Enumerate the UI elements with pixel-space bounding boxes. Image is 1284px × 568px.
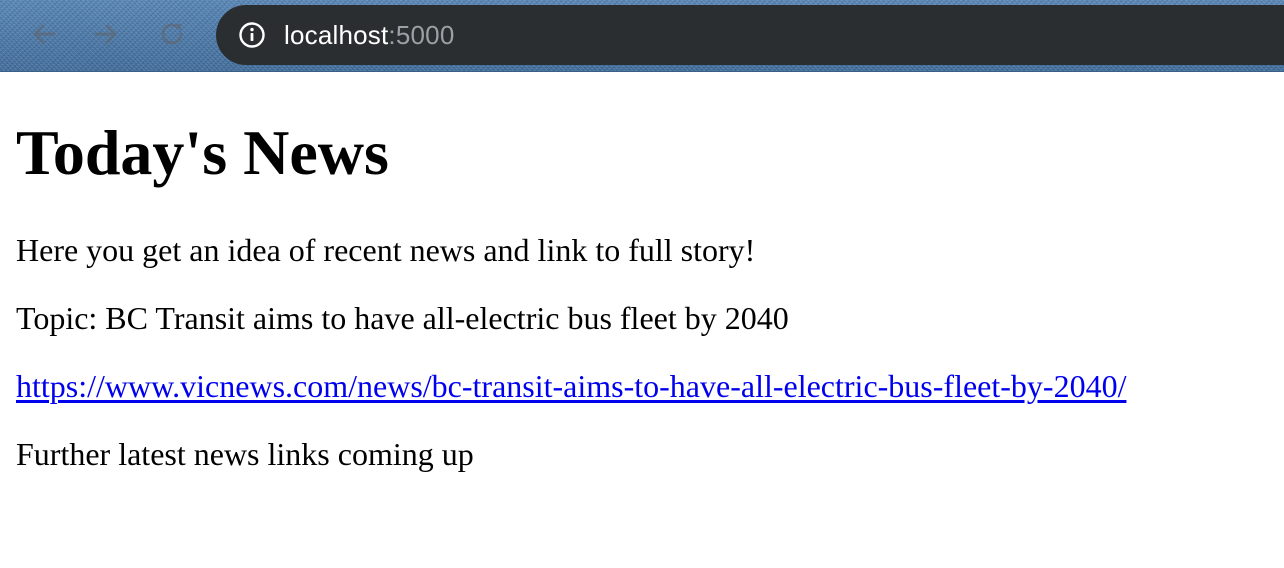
info-icon[interactable] xyxy=(238,21,266,49)
browser-toolbar: localhost:5000 xyxy=(0,0,1284,72)
address-bar[interactable]: localhost:5000 xyxy=(216,5,1284,65)
url-host: localhost xyxy=(284,20,389,50)
url-text[interactable]: localhost:5000 xyxy=(284,19,455,51)
intro-text: Here you get an idea of recent news and … xyxy=(16,232,756,268)
page-content: Today's News Here you get an idea of rec… xyxy=(0,116,1284,472)
topic-text: Topic: BC Transit aims to have all-elect… xyxy=(16,300,789,336)
reload-button[interactable] xyxy=(154,14,190,54)
forward-button[interactable] xyxy=(88,14,124,54)
back-button[interactable] xyxy=(26,14,62,54)
url-port: :5000 xyxy=(388,20,455,50)
story-link[interactable]: https://www.vicnews.com/news/bc-transit-… xyxy=(16,368,1126,404)
arrow-left-icon xyxy=(33,24,56,44)
story-link-paragraph: https://www.vicnews.com/news/bc-transit-… xyxy=(16,368,1268,404)
page-title: Today's News xyxy=(16,117,389,188)
footer-note: Further latest news links coming up xyxy=(16,436,474,472)
arrow-right-icon xyxy=(94,24,117,44)
reload-icon xyxy=(161,23,183,45)
